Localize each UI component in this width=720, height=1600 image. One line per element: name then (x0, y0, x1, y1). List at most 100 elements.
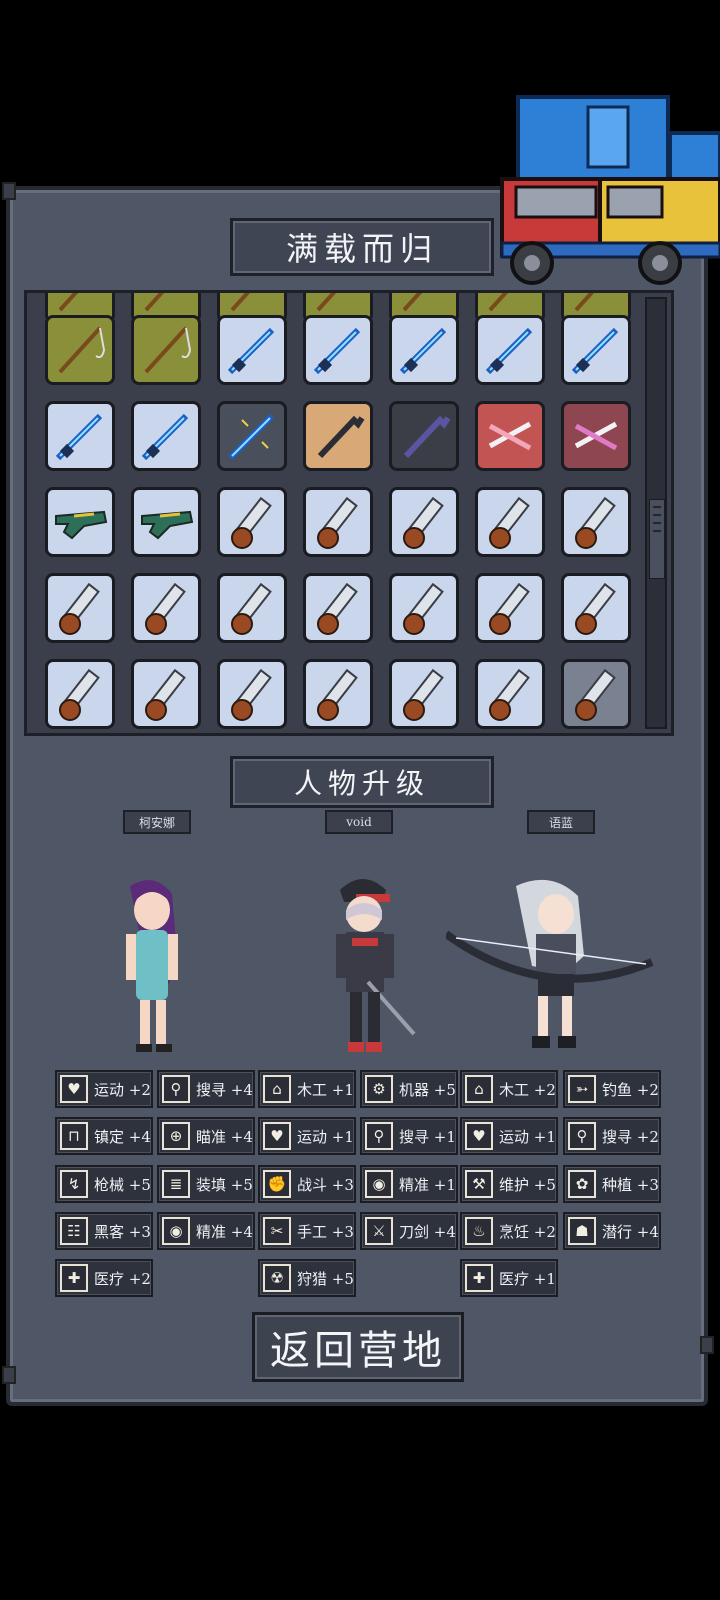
partial-icon (58, 293, 79, 312)
chainsaw-dim-icon (575, 668, 616, 721)
skill-label: 钓鱼 +2 (602, 1080, 659, 1099)
cooking-icon: ♨ (465, 1217, 493, 1245)
chainsaw-item-slot[interactable] (561, 487, 631, 557)
chainsaw-item-slot[interactable] (217, 659, 287, 729)
inventory-scrollbar[interactable] (645, 297, 667, 729)
crowbar-dark-item-slot[interactable] (389, 401, 459, 471)
plasma-gun-item-slot[interactable] (131, 487, 201, 557)
sneak-icon: ☗ (568, 1217, 596, 1245)
skill-chip: ⚲ 搜寻 +4 (157, 1070, 255, 1108)
chainsaw-dim-item-slot[interactable] (561, 659, 631, 729)
chainsaw-icon (403, 582, 444, 635)
skill-label: 瞄准 +4 (196, 1127, 253, 1146)
skill-chip: ◉ 精准 +1 (360, 1165, 458, 1203)
chainsaw-item-slot[interactable] (45, 659, 115, 729)
chainsaw-icon (403, 496, 444, 549)
partial-icon (574, 293, 595, 312)
chainsaw-item-slot[interactable] (217, 573, 287, 643)
chainsaw-item-slot[interactable] (303, 487, 373, 557)
chainsaw-item-slot[interactable] (303, 659, 373, 729)
chainsaw-item-slot[interactable] (475, 659, 545, 729)
partial-icon (488, 293, 509, 312)
skill-chip: ✊ 战斗 +3 (258, 1165, 356, 1203)
fishing-rod-item-slot[interactable] (45, 315, 115, 385)
twin-blade-dark-item-slot[interactable] (561, 401, 631, 471)
ice-spear-icon (313, 327, 361, 375)
skill-chip: ♨ 烹饪 +2 (460, 1212, 558, 1250)
chainsaw-item-slot[interactable] (131, 573, 201, 643)
magnifier-icon: ⚲ (162, 1075, 190, 1103)
ice-spear-item-slot[interactable] (561, 315, 631, 385)
chainsaw-icon (231, 582, 272, 635)
chainsaw-icon (231, 668, 272, 721)
character-sprite-1[interactable] (100, 876, 195, 1056)
character-sprite-2[interactable] (318, 872, 418, 1057)
skill-label: 镇定 +4 (94, 1127, 151, 1146)
ice-spear-item-slot[interactable] (475, 315, 545, 385)
partial-icon (402, 293, 423, 312)
inventory-grid[interactable] (24, 290, 674, 736)
chainsaw-icon (575, 582, 616, 635)
ice-spear-dark-item-slot[interactable] (217, 401, 287, 471)
partial-icon (230, 293, 251, 312)
heart-icon: ♥ (60, 1075, 88, 1103)
crowbar-dark-icon (403, 415, 451, 459)
twin-blade-item-slot[interactable] (475, 401, 545, 471)
skill-chip: ⊓ 镇定 +4 (55, 1117, 153, 1155)
skill-chip: ✂ 手工 +3 (258, 1212, 356, 1250)
chainsaw-icon (145, 668, 186, 721)
chainsaw-item-slot[interactable] (475, 573, 545, 643)
chainsaw-item-slot[interactable] (131, 659, 201, 729)
chainsaw-item-slot[interactable] (389, 487, 459, 557)
chainsaw-item-slot[interactable] (217, 487, 287, 557)
crowbar-item-slot[interactable] (303, 401, 373, 471)
character-sprite-3[interactable] (446, 876, 662, 1056)
lock-icon: ⊓ (60, 1122, 88, 1150)
ice-spear-icon (571, 327, 619, 375)
character-name-3: 语蓝 (527, 810, 595, 834)
twin-blade-dark-icon (574, 421, 618, 451)
ice-spear-icon (141, 413, 189, 461)
skill-label: 医疗 +2 (94, 1269, 151, 1288)
partial-icon (316, 293, 337, 312)
skill-label: 搜寻 +2 (602, 1127, 659, 1146)
skill-chip: ⊕ 瞄准 +4 (157, 1117, 255, 1155)
ice-spear-item-slot[interactable] (217, 315, 287, 385)
skill-label: 黑客 +3 (94, 1222, 151, 1241)
house-icon: ⌂ (465, 1075, 493, 1103)
ice-spear-item-slot[interactable] (131, 401, 201, 471)
ice-spear-item-slot[interactable] (303, 315, 373, 385)
ice-spear-item-slot[interactable] (45, 401, 115, 471)
eye-icon: ◉ (365, 1170, 393, 1198)
skill-label: 精准 +1 (399, 1175, 456, 1194)
truck-overlay (500, 95, 720, 285)
chainsaw-icon (145, 582, 186, 635)
chainsaw-item-slot[interactable] (389, 573, 459, 643)
chainsaw-item-slot[interactable] (303, 573, 373, 643)
heart-icon: ♥ (465, 1122, 493, 1150)
chainsaw-item-slot[interactable] (389, 659, 459, 729)
scrollbar-thumb[interactable] (649, 499, 665, 579)
skill-chip: ⚙ 机器 +5 (360, 1070, 458, 1108)
skill-chip: ⌂ 木工 +1 (258, 1070, 356, 1108)
medkit-icon: ✚ (60, 1264, 88, 1292)
upgrade-title: 人物升级 (230, 756, 494, 808)
house-icon: ⌂ (263, 1075, 291, 1103)
skill-label: 刀剑 +4 (399, 1222, 456, 1241)
twin-blade-icon (488, 421, 532, 451)
ice-spear-item-slot[interactable] (389, 315, 459, 385)
chainsaw-item-slot[interactable] (475, 487, 545, 557)
scissors-icon: ✂ (263, 1217, 291, 1245)
plasma-gun-item-slot[interactable] (45, 487, 115, 557)
skill-label: 装填 +5 (196, 1175, 253, 1194)
fishing-rod-item-slot[interactable] (131, 315, 201, 385)
return-camp-button[interactable]: 返回营地 (252, 1312, 464, 1382)
eye-icon: ◉ (162, 1217, 190, 1245)
skill-label: 种植 +3 (602, 1175, 659, 1194)
chainsaw-item-slot[interactable] (561, 573, 631, 643)
skill-chip: ♥ 运动 +1 (460, 1117, 558, 1155)
chainsaw-item-slot[interactable] (45, 573, 115, 643)
panel-rivet (2, 182, 16, 200)
ice-spear-icon (399, 327, 447, 375)
skill-chip: ♥ 运动 +2 (55, 1070, 153, 1108)
